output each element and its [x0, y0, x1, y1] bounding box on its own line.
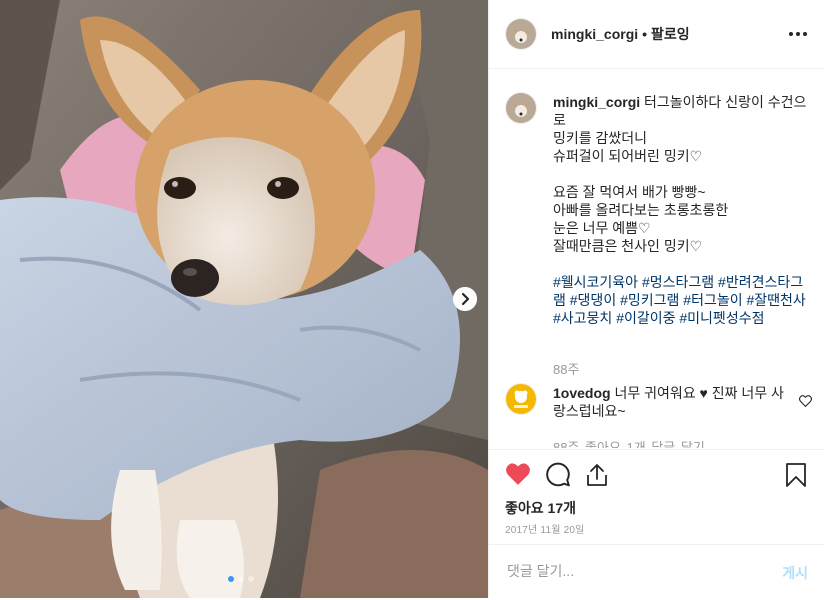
comment-meta: 88주 좋아요 1개 답글 달기 — [553, 440, 705, 448]
bookmark-icon[interactable] — [785, 462, 807, 491]
caption-avatar[interactable] — [505, 92, 537, 124]
caption-username[interactable]: mingki_corgi — [553, 94, 640, 110]
carousel-dot — [238, 576, 244, 582]
caption-body: 터그놀이하다 신랑이 수건으로 밍키를 감쌌더니 슈퍼걸이 되어버린 밍키♡ 요… — [553, 94, 807, 254]
follow-separator: • — [642, 26, 648, 42]
caption-text: mingki_corgi 터그놀이하다 신랑이 수건으로 밍키를 감쌌더니 슈퍼… — [553, 93, 811, 327]
comment-icon[interactable] — [545, 462, 571, 491]
post-panel: mingki_corgi • 팔로잉 mingki_corgi 터그놀이하다 신… — [488, 0, 824, 598]
comment-text: 1ovedog 너무 귀여워요 ♥ 진짜 너무 사랑스럽네요~ — [553, 384, 789, 420]
more-options-icon[interactable] — [788, 24, 808, 44]
comment-username[interactable]: 1ovedog — [553, 385, 611, 401]
heart-filled-icon[interactable] — [505, 462, 531, 489]
next-arrow-icon[interactable] — [453, 287, 477, 311]
post-actions: 좋아요 17개 2017년 11월 20일 게시 — [489, 449, 824, 599]
post-media[interactable] — [0, 0, 488, 598]
post-header: mingki_corgi • 팔로잉 — [489, 0, 824, 69]
comment-input[interactable] — [505, 562, 749, 580]
carousel-dot — [248, 576, 254, 582]
share-icon[interactable] — [585, 462, 609, 491]
likes-count[interactable]: 좋아요 17개 — [505, 498, 576, 518]
avatar[interactable] — [505, 18, 537, 50]
add-comment-section: 게시 — [489, 544, 824, 600]
caption-age: 88주 — [553, 362, 580, 377]
carousel-dots — [228, 576, 254, 582]
post-comment-button[interactable]: 게시 — [782, 563, 808, 583]
instagram-post: mingki_corgi • 팔로잉 mingki_corgi 터그놀이하다 신… — [0, 0, 824, 598]
header-username[interactable]: mingki_corgi — [551, 26, 638, 42]
post-date[interactable]: 2017년 11월 20일 — [505, 521, 585, 536]
small-heart-icon[interactable] — [799, 394, 812, 410]
following-button[interactable]: 팔로잉 — [651, 24, 690, 44]
caption-hashtags[interactable]: #웰시코기육아 #멍스타그램 #반려견스타그램 #댕댕이 #밍키그램 #터그놀이… — [553, 274, 810, 326]
comments-area[interactable]: mingki_corgi 터그놀이하다 신랑이 수건으로 밍키를 감쌌더니 슈퍼… — [489, 70, 824, 448]
carousel-dot-active — [228, 576, 234, 582]
commenter-avatar[interactable] — [505, 383, 537, 415]
corgi-photo — [0, 0, 488, 598]
